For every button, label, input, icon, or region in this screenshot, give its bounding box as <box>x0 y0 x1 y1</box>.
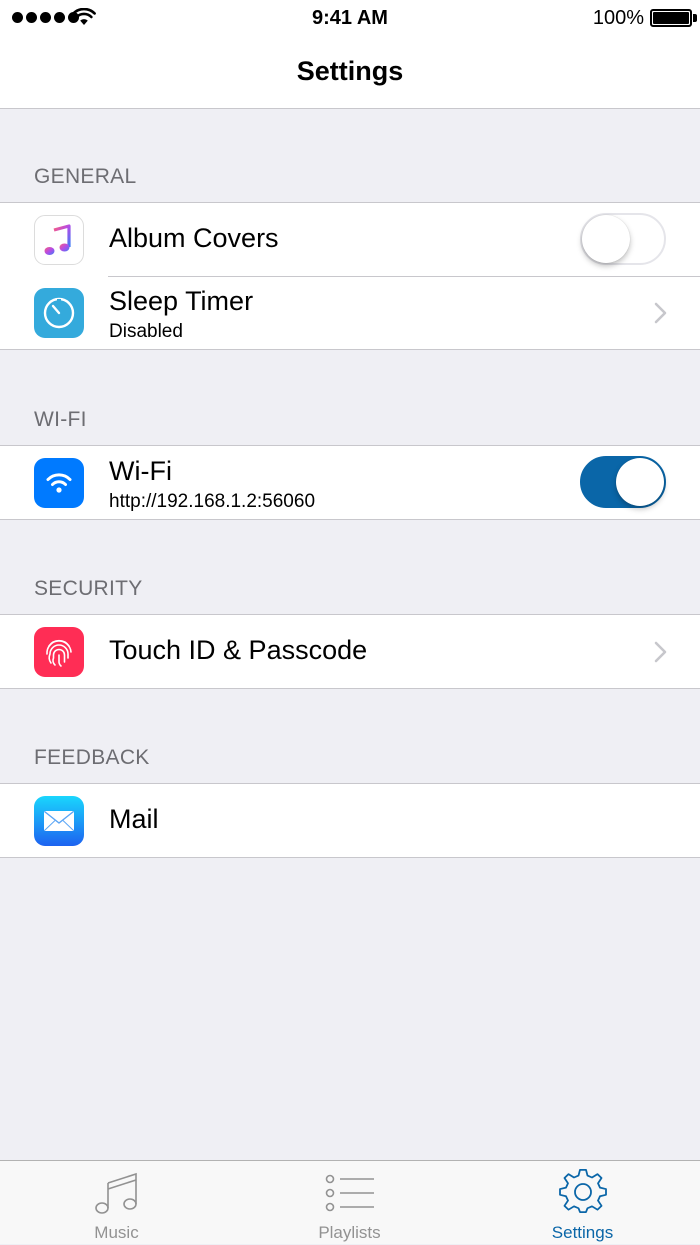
list-icon <box>325 1174 374 1212</box>
timer-icon <box>34 288 84 338</box>
group-security: Touch ID & Passcode <box>0 614 700 689</box>
wifi-row: Wi-Fi http://192.168.1.2:56060 <box>0 446 700 519</box>
tab-playlists-label: Playlists <box>318 1223 381 1242</box>
group-general: Album Covers Sleep Timer Disabled <box>0 202 700 350</box>
wifi-label: Wi-Fi <box>109 456 172 486</box>
album-covers-label: Album Covers <box>109 223 279 253</box>
battery-percent: 100% <box>592 7 644 29</box>
status-bar: 9:41 AM 100% <box>0 0 700 40</box>
tab-playlists[interactable]: Playlists <box>233 1161 466 1245</box>
mail-label: Mail <box>109 804 159 834</box>
page-title: Settings <box>296 56 404 86</box>
music-note-icon <box>34 215 84 265</box>
section-header-general: GENERAL <box>34 165 137 188</box>
mail-icon <box>34 796 84 846</box>
tab-settings-label: Settings <box>551 1223 614 1242</box>
tab-music[interactable]: Music <box>0 1161 233 1245</box>
group-feedback: Mail <box>0 783 700 858</box>
touch-id-row[interactable]: Touch ID & Passcode <box>0 615 700 688</box>
gear-icon <box>558 1169 607 1213</box>
music-note-icon <box>94 1172 137 1214</box>
touch-id-label: Touch ID & Passcode <box>109 635 368 665</box>
sleep-timer-label: Sleep Timer <box>109 286 254 316</box>
mail-row[interactable]: Mail <box>0 784 700 857</box>
wifi-server-address: http://192.168.1.2:56060 <box>109 491 316 512</box>
section-header-security: SECURITY <box>34 577 143 600</box>
group-wifi: Wi-Fi http://192.168.1.2:56060 <box>0 445 700 520</box>
tab-settings[interactable]: Settings <box>466 1161 699 1245</box>
chevron-right-icon <box>654 641 667 663</box>
chevron-right-icon <box>654 302 667 324</box>
tab-music-label: Music <box>94 1223 139 1242</box>
album-covers-toggle[interactable] <box>580 213 666 265</box>
wifi-toggle[interactable] <box>580 456 666 508</box>
section-header-feedback: FEEDBACK <box>34 746 150 769</box>
tab-bar: Music Playlists Settings <box>0 1160 700 1244</box>
section-header-wifi: WI-FI <box>34 408 87 431</box>
battery-icon <box>650 9 692 27</box>
fingerprint-icon <box>34 627 84 677</box>
battery-tip <box>693 14 697 22</box>
sleep-timer-row[interactable]: Sleep Timer Disabled <box>0 276 700 349</box>
wifi-icon <box>34 458 84 508</box>
navigation-bar: Settings <box>0 40 700 109</box>
sleep-timer-status: Disabled <box>109 321 183 342</box>
album-covers-row: Album Covers <box>0 203 700 276</box>
